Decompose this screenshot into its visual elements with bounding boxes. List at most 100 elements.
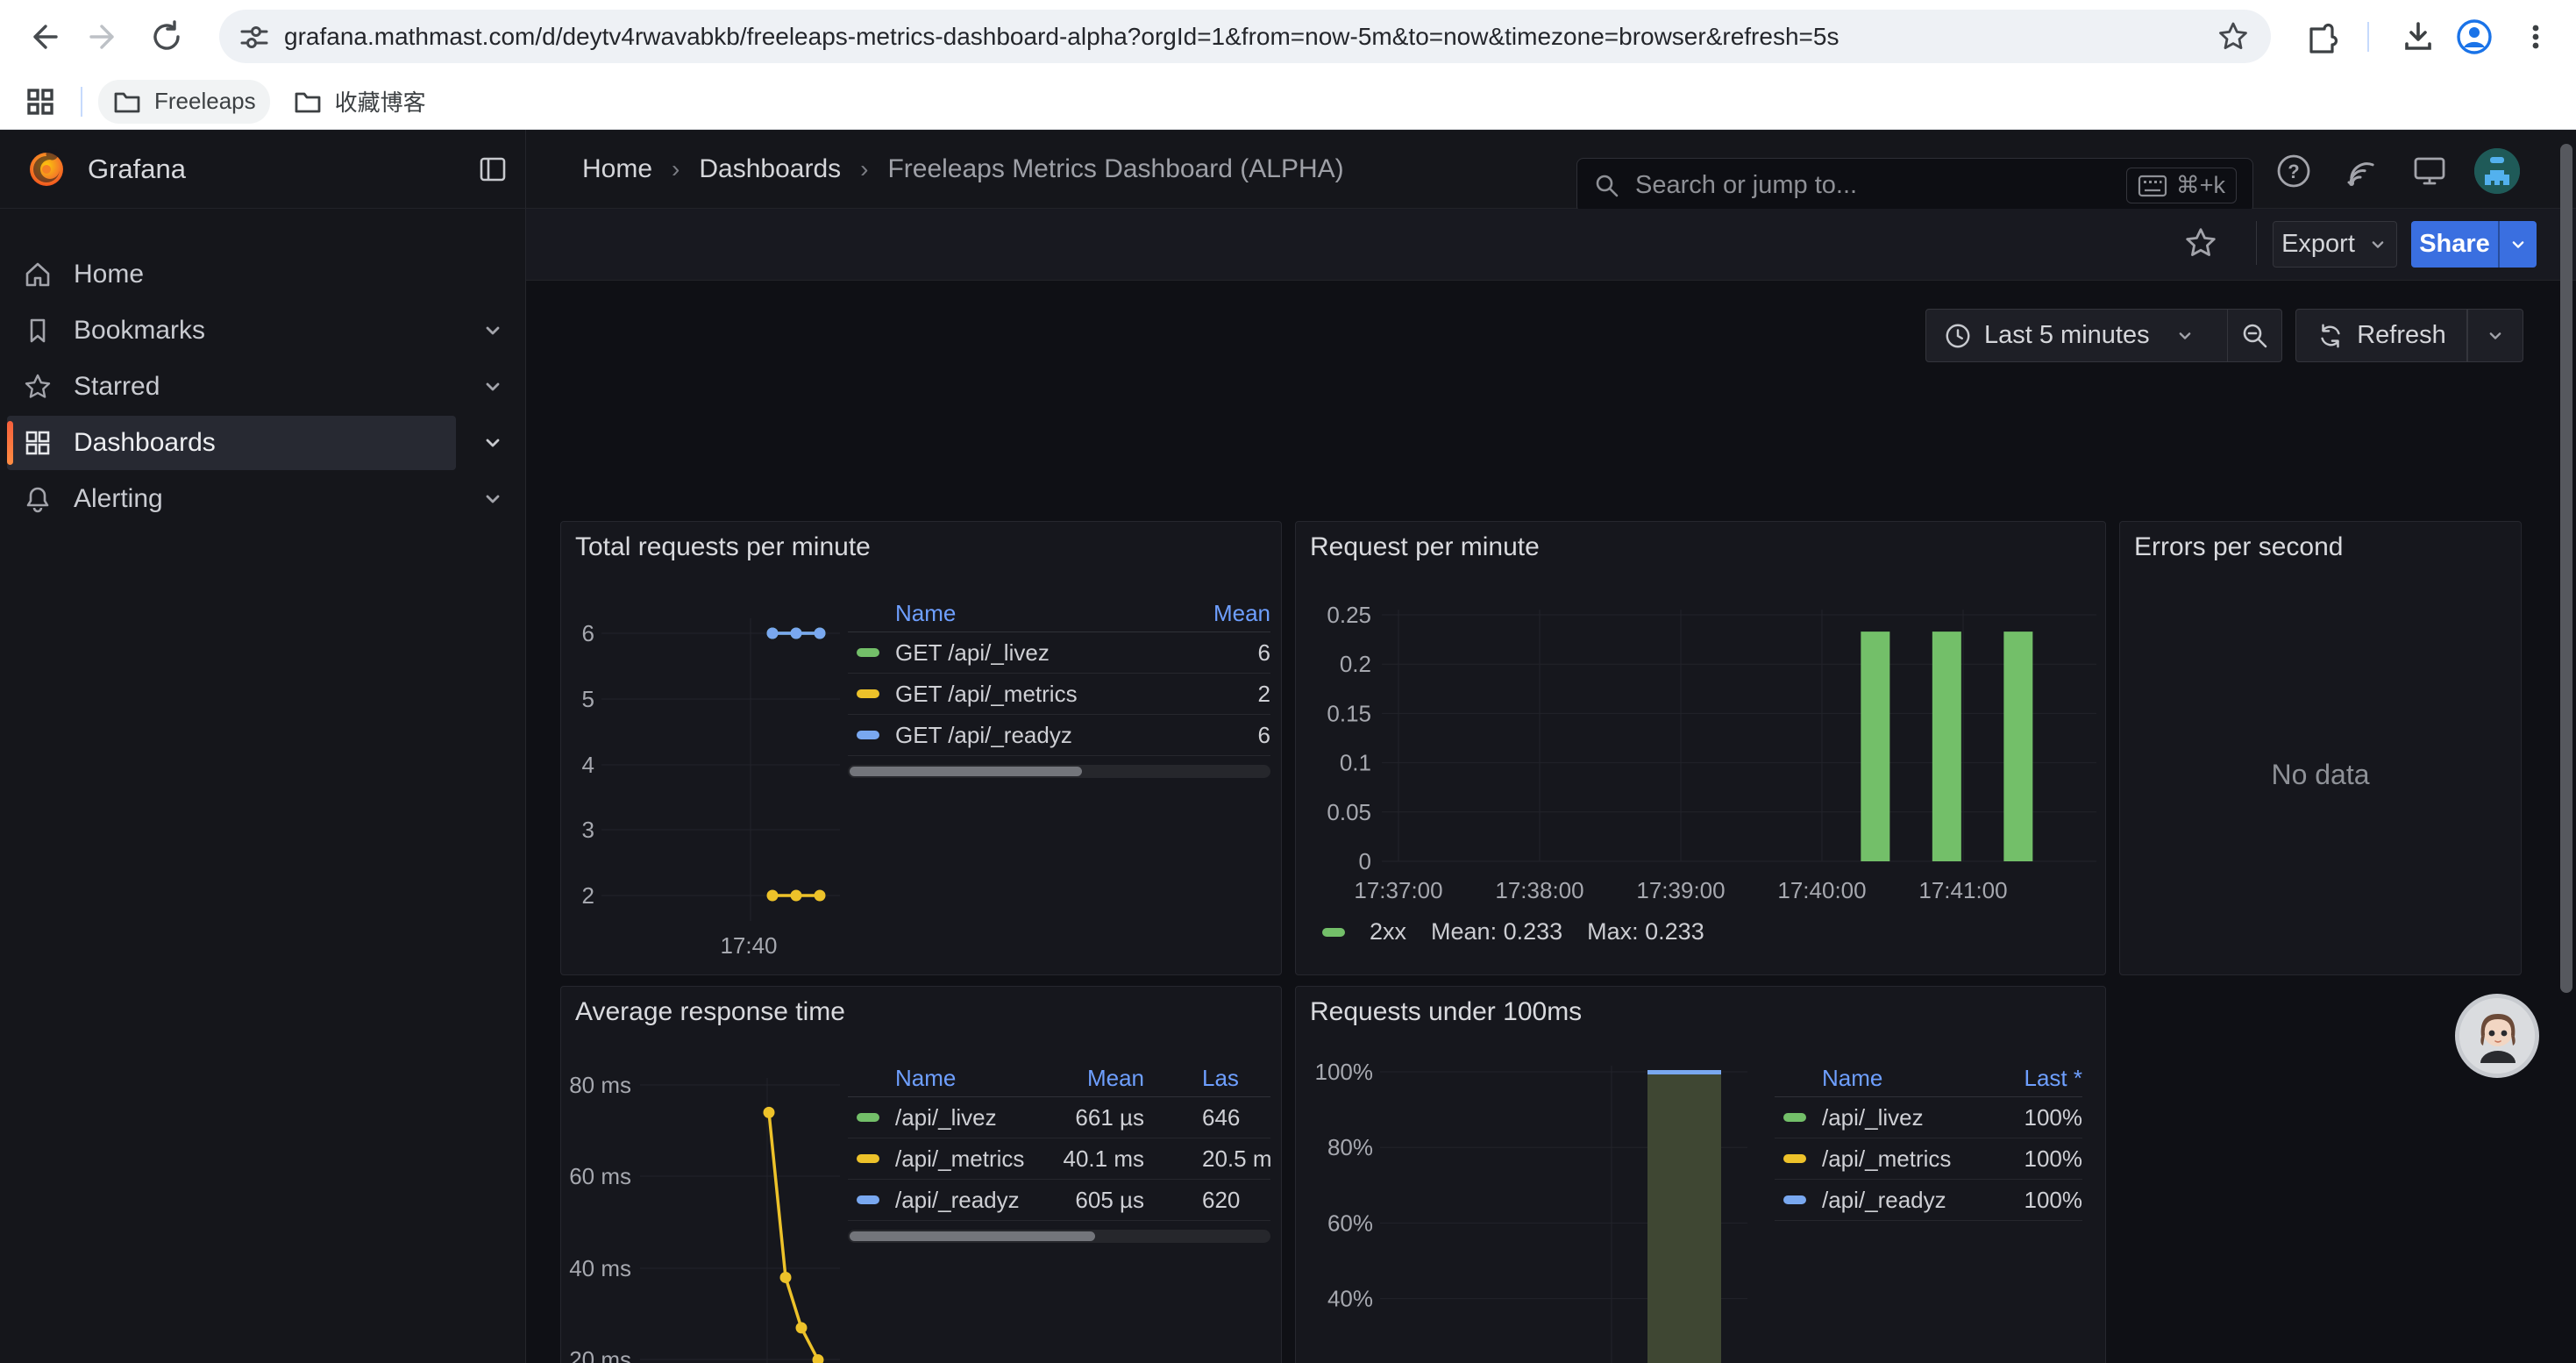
sidebar-alerting-expand[interactable] bbox=[480, 472, 507, 526]
chevron-down-icon bbox=[2508, 234, 2529, 255]
legend-scrollbar[interactable] bbox=[848, 1230, 1270, 1243]
refresh-button[interactable]: Refresh bbox=[2295, 309, 2467, 362]
sidebar-item-label: Bookmarks bbox=[74, 316, 205, 346]
search-icon bbox=[1593, 172, 1621, 200]
panel-total-requests[interactable]: Total requests per minute 6543217:40 Nam… bbox=[560, 521, 1282, 975]
time-picker-group: Last 5 minutes bbox=[1925, 309, 2282, 362]
time-range-picker[interactable]: Last 5 minutes bbox=[1925, 309, 2228, 362]
svg-text:80%: 80% bbox=[1327, 1134, 1373, 1160]
sidebar-item-starred[interactable]: Starred bbox=[7, 360, 456, 414]
legend-col-mean[interactable]: Mean bbox=[1039, 1065, 1144, 1092]
legend-scrollbar[interactable] bbox=[848, 765, 1270, 778]
bookmark-icon bbox=[23, 316, 53, 346]
page-scrollbar-thumb[interactable] bbox=[2560, 144, 2572, 993]
star-dashboard-button[interactable] bbox=[2178, 220, 2224, 266]
grafana-logo[interactable] bbox=[26, 149, 67, 189]
legend-header: Name Last * bbox=[1775, 1060, 2082, 1097]
downloads-button[interactable] bbox=[2392, 11, 2444, 63]
legend-row[interactable]: /api/_livez 100% bbox=[1775, 1097, 2082, 1138]
news-button[interactable] bbox=[2340, 151, 2380, 191]
legend-table: Name Mean GET /api/_livez 6 GET /api/_me… bbox=[848, 596, 1270, 778]
svg-text:17:41:00: 17:41:00 bbox=[1918, 877, 2007, 903]
apps-grid-button[interactable] bbox=[16, 77, 65, 126]
sidebar-starred-expand[interactable] bbox=[480, 360, 507, 414]
browser-menu-button[interactable] bbox=[2509, 11, 2562, 63]
help-button[interactable]: ? bbox=[2274, 151, 2314, 191]
legend-row[interactable]: GET /api/_readyz 6 bbox=[848, 715, 1270, 756]
profile-icon bbox=[2455, 18, 2494, 56]
sidebar-item-bookmarks[interactable]: Bookmarks bbox=[7, 303, 456, 358]
bookmark-star-icon[interactable] bbox=[2217, 20, 2250, 54]
sidebar-bookmarks-expand[interactable] bbox=[480, 303, 507, 358]
grafana-brand[interactable]: Grafana bbox=[88, 153, 186, 185]
zoom-out-icon bbox=[2240, 321, 2270, 351]
toolbar-divider bbox=[2367, 22, 2369, 52]
sidebar-item-home[interactable]: Home bbox=[7, 247, 456, 302]
sidebar-item-dashboards[interactable]: Dashboards bbox=[7, 416, 456, 470]
panel-avg-response-time[interactable]: Average response time 80 ms60 ms40 ms20 … bbox=[560, 986, 1282, 1363]
site-settings-icon[interactable] bbox=[238, 21, 270, 53]
url-text[interactable]: grafana.mathmast.com/d/deytv4rwavabkb/fr… bbox=[284, 23, 2195, 51]
share-menu-button[interactable] bbox=[2498, 221, 2537, 268]
svg-text:60%: 60% bbox=[1327, 1210, 1373, 1236]
legend-row[interactable]: /api/_readyz 100% bbox=[1775, 1180, 2082, 1221]
svg-text:17:37:00: 17:37:00 bbox=[1354, 877, 1442, 903]
series-swatch bbox=[857, 1113, 879, 1122]
profile-button[interactable] bbox=[2448, 11, 2501, 63]
legend-col-name[interactable]: Name bbox=[895, 1065, 1039, 1092]
svg-text:17:38:00: 17:38:00 bbox=[1495, 877, 1583, 903]
legend-scrollbar-thumb[interactable] bbox=[850, 767, 1082, 776]
export-button[interactable]: Export bbox=[2273, 221, 2397, 268]
search-input[interactable]: Search or jump to... ⌘+k bbox=[1576, 158, 2253, 213]
panel-request-per-minute[interactable]: Request per minute 0.250.20.150.10.05017… bbox=[1295, 521, 2106, 975]
legend-row[interactable]: GET /api/_metrics 2 bbox=[848, 674, 1270, 715]
legend-col-mean[interactable]: Mean bbox=[1174, 600, 1270, 627]
legend-row[interactable]: /api/_readyz 605 µs 620 bbox=[848, 1180, 1270, 1221]
legend-col-last[interactable]: Las bbox=[1202, 1065, 1270, 1092]
forward-button[interactable] bbox=[79, 11, 132, 63]
legend-col-name[interactable]: Name bbox=[895, 600, 1174, 627]
zoom-out-time-button[interactable] bbox=[2228, 309, 2282, 362]
legend-col-last[interactable]: Last * bbox=[1995, 1065, 2082, 1092]
legend-row[interactable]: GET /api/_livez 6 bbox=[848, 632, 1270, 674]
dashboard-canvas: Last 5 minutes Refresh Total requests p bbox=[526, 281, 2576, 1363]
sidebar-toggle-icon[interactable] bbox=[477, 153, 509, 185]
svg-text:4: 4 bbox=[582, 752, 594, 778]
assistant-avatar[interactable] bbox=[2455, 994, 2539, 1078]
legend-col-name[interactable]: Name bbox=[1822, 1065, 1995, 1092]
sidebar-item-label: Dashboards bbox=[74, 428, 216, 458]
dashboards-icon bbox=[23, 428, 53, 458]
bookmark-folder-freeleaps[interactable]: Freeleaps bbox=[98, 80, 270, 124]
extensions-button[interactable] bbox=[2299, 11, 2352, 63]
page-scrollbar[interactable] bbox=[2558, 132, 2574, 1363]
legend-row[interactable]: /api/_metrics 100% bbox=[1775, 1138, 2082, 1180]
request-per-minute-chart: 0.250.20.150.10.05017:37:0017:38:0017:39… bbox=[1296, 522, 2106, 975]
series-swatch bbox=[1322, 928, 1345, 937]
bookmark-folder-blogs[interactable]: 收藏博客 bbox=[279, 78, 440, 125]
reload-button[interactable] bbox=[140, 11, 193, 63]
back-button[interactable] bbox=[16, 11, 68, 63]
user-avatar[interactable] bbox=[2474, 148, 2520, 194]
star-icon bbox=[23, 372, 53, 402]
refresh-interval-button[interactable] bbox=[2467, 309, 2523, 362]
legend-table: Name Last * /api/_livez 100% /api/_metri… bbox=[1775, 1060, 2082, 1221]
legend-inline[interactable]: 2xx Mean: 0.233 Max: 0.233 bbox=[1322, 918, 1704, 946]
sidebar-item-alerting[interactable]: Alerting bbox=[7, 472, 456, 526]
refresh-icon bbox=[2316, 322, 2345, 350]
chevron-down-icon bbox=[2174, 325, 2195, 346]
breadcrumb-dashboards[interactable]: Dashboards bbox=[699, 154, 841, 184]
sidebar-dashboards-expand[interactable] bbox=[480, 416, 507, 470]
kebab-menu-icon bbox=[2520, 21, 2551, 53]
legend-row[interactable]: /api/_metrics 40.1 ms 20.5 m bbox=[848, 1138, 1270, 1180]
panel-requests-under-100ms[interactable]: Requests under 100ms 100%80%60%40%20%0%1… bbox=[1295, 986, 2106, 1363]
breadcrumb-home[interactable]: Home bbox=[582, 154, 652, 184]
panel-errors-per-second[interactable]: Errors per second No data bbox=[2119, 521, 2522, 975]
legend-row[interactable]: /api/_livez 661 µs 646 bbox=[848, 1097, 1270, 1138]
kiosk-mode-button[interactable] bbox=[2409, 151, 2450, 191]
url-bar[interactable]: grafana.mathmast.com/d/deytv4rwavabkb/fr… bbox=[219, 10, 2271, 63]
back-icon bbox=[25, 19, 60, 54]
clock-icon bbox=[1944, 322, 1972, 350]
legend-scrollbar-thumb[interactable] bbox=[850, 1231, 1095, 1241]
panel-title: Errors per second bbox=[2134, 532, 2343, 562]
share-button[interactable]: Share bbox=[2411, 221, 2498, 268]
